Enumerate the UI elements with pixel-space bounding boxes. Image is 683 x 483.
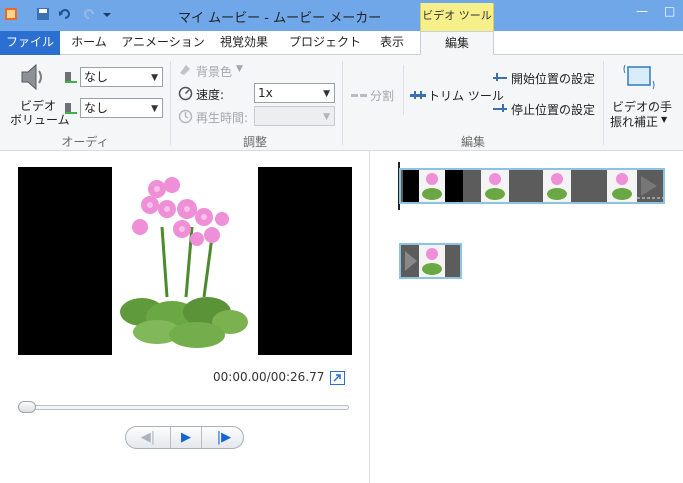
clip-frame [463, 170, 481, 202]
chevron-down-icon: ▼ [151, 73, 158, 83]
speed-label: 速度: [196, 88, 225, 102]
edit-group-label: 編集 [460, 135, 485, 149]
fullscreen-icon[interactable] [330, 371, 345, 385]
duration-icon [178, 109, 193, 124]
fade-out-value: なし [84, 101, 109, 115]
chevron-down-icon: ▼ [323, 112, 330, 122]
clip-frame [607, 170, 637, 202]
minimize-icon[interactable]: — [636, 4, 648, 18]
background-color-button[interactable]: 背景色 [196, 63, 232, 80]
group-divider [603, 61, 604, 145]
film-app-icon [5, 8, 17, 20]
chevron-down-icon: ▼ [661, 115, 668, 124]
set-start-button[interactable]: 開始位置の設定 [511, 70, 595, 87]
chevron-down-icon: ▼ [236, 64, 243, 74]
tab-file[interactable]: ファイル [0, 31, 60, 55]
group-divider [170, 61, 171, 145]
stabilization-label-2[interactable]: 振れ補正 [610, 113, 658, 130]
preview-frame-image [112, 167, 258, 355]
title-bar: マイ ムービー - ムービー メーカー ビデオ ツール — □ [0, 0, 683, 31]
adjust-group-label: 調整 [242, 135, 267, 149]
window-title: マイ ムービー - ムービー メーカー [178, 11, 382, 26]
clip-frame [401, 245, 419, 277]
clip-frame [509, 170, 543, 202]
set-start-icon [493, 73, 507, 81]
playback-time: 00:00.00/00:26.77 [213, 370, 325, 384]
seek-thumb[interactable] [18, 401, 36, 413]
duration-select[interactable]: ▼ [254, 106, 335, 126]
video-stabilization-icon [623, 64, 655, 90]
fade-out-icon [65, 103, 77, 114]
split-button[interactable]: 分割 [370, 87, 394, 104]
video-tools-header: ビデオ ツール [420, 3, 494, 31]
group-divider [342, 61, 343, 145]
storyboard-clip[interactable] [399, 168, 665, 204]
speed-icon [178, 86, 193, 101]
clip-frame [403, 170, 419, 202]
maximize-icon[interactable]: □ [664, 4, 675, 18]
qat-customize-icon[interactable] [100, 7, 114, 21]
chevron-down-icon: ▼ [323, 89, 330, 99]
speed-select[interactable]: 1x ▼ [254, 83, 335, 103]
set-end-button[interactable]: 停止位置の設定 [511, 101, 595, 118]
clip-frame [419, 170, 445, 202]
tab-view[interactable]: 表示 [370, 31, 414, 55]
speed-value: 1x [258, 86, 273, 100]
split-icon [351, 94, 367, 97]
clip-frame [543, 170, 571, 202]
play-button[interactable]: ▶ [170, 427, 202, 448]
tab-home[interactable]: ホーム [60, 31, 118, 55]
redo-icon[interactable] [82, 7, 96, 21]
video-volume-label-2[interactable]: ボリューム [10, 111, 70, 128]
tab-project[interactable]: プロジェクト [280, 31, 370, 55]
clip-frame [481, 170, 509, 202]
clip-frame [637, 170, 663, 202]
fade-in-select[interactable]: なし ▼ [80, 67, 163, 87]
tab-animations[interactable]: アニメーション [118, 31, 208, 55]
fade-in-icon [65, 72, 77, 83]
flower-thumbnail [422, 248, 442, 275]
flower-thumbnail [485, 173, 505, 200]
seek-bar[interactable] [18, 405, 349, 410]
tab-edit[interactable]: 編集 [420, 31, 494, 56]
next-frame-button[interactable]: |▶ [208, 427, 240, 448]
clip-start-arrow-icon [405, 251, 417, 271]
ribbon: ビデオ ボリューム なし ▼ なし ▼ オーディオ 背景色 ▼ 速度: 1x ▼… [0, 55, 683, 166]
fade-in-value: なし [84, 70, 109, 84]
fade-out-select[interactable]: なし ▼ [80, 98, 163, 118]
clip-frame [445, 170, 463, 202]
button-divider [403, 65, 404, 115]
trim-tool-button[interactable]: トリム ツール [428, 87, 504, 104]
flower-thumbnail [612, 173, 632, 200]
speaker-icon [21, 63, 42, 91]
trim-icon [410, 91, 426, 99]
clip-frame [571, 170, 607, 202]
chevron-down-icon: ▼ [151, 104, 158, 114]
storyboard-clip-2[interactable] [399, 243, 462, 279]
flower-thumbnail [422, 173, 442, 200]
flower-thumbnail [547, 173, 567, 200]
primrose-flower-image [120, 177, 248, 348]
save-icon[interactable] [36, 7, 50, 21]
duration-label: 再生時間: [196, 111, 249, 125]
undo-icon[interactable] [58, 7, 72, 21]
clip-end-arrow-icon [637, 176, 663, 199]
background-color-icon [180, 65, 190, 75]
ribbon-tabs: ファイル ホーム アニメーション 視覚効果 プロジェクト 表示 編集 [0, 31, 683, 56]
clip-frame [419, 245, 445, 277]
previous-frame-button[interactable]: ◀| [132, 427, 164, 448]
clip-frame [445, 245, 460, 277]
tab-visual-effects[interactable]: 視覚効果 [208, 31, 280, 55]
playback-controls: ◀| ▶ |▶ [125, 426, 244, 449]
set-end-icon [493, 104, 507, 112]
